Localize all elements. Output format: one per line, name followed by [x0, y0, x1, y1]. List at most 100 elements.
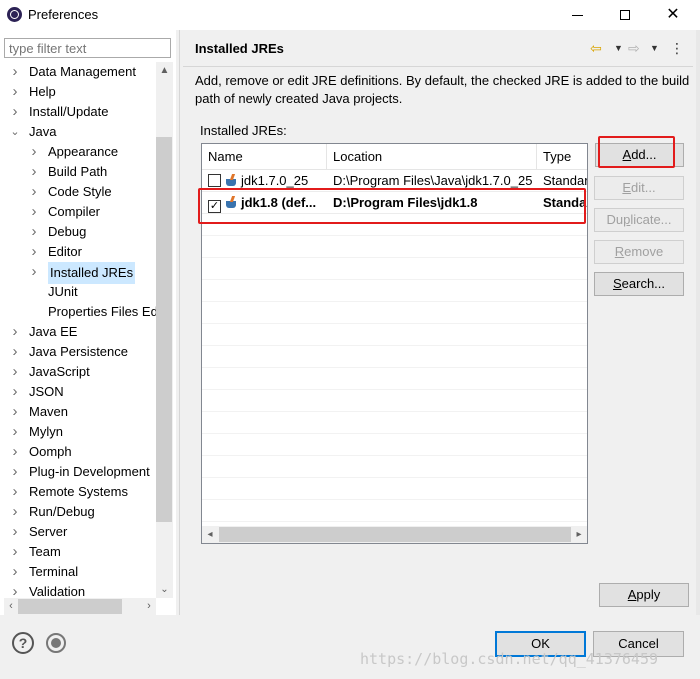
eclipse-icon	[7, 7, 22, 22]
tree-item-label: Compiler	[48, 204, 101, 219]
jre-name: jdk1.7.0_25	[241, 173, 309, 188]
column-header-name[interactable]: Name	[202, 144, 327, 170]
watermark-text: https://blog.csdn.net/qq_41376459	[360, 650, 659, 668]
empty-table-row	[202, 302, 587, 324]
page-title: Installed JREs	[195, 41, 284, 56]
chevron-right-icon[interactable]: ›	[10, 582, 20, 598]
tree-item-label: Plug-in Development	[29, 464, 150, 479]
chevron-right-icon[interactable]: ›	[29, 242, 39, 262]
forward-arrow-icon[interactable]: ⇨	[628, 39, 640, 57]
chevron-right-icon[interactable]: ›	[29, 162, 39, 182]
button-label: earch...	[621, 276, 666, 291]
tree-item-label: Installed JREs	[48, 262, 136, 284]
tree-item-label: Validation	[29, 584, 86, 598]
column-header-type[interactable]: Type	[537, 144, 587, 170]
tree-item-label: Run/Debug	[29, 504, 95, 519]
empty-table-row	[202, 368, 587, 390]
minimize-icon	[572, 15, 583, 16]
chevron-right-icon[interactable]: ›	[10, 102, 20, 122]
duplicate-button[interactable]: Duplicate...	[594, 208, 684, 232]
chevron-right-icon[interactable]: ›	[10, 482, 20, 502]
chevron-right-icon[interactable]: ›	[10, 342, 20, 362]
empty-table-row	[202, 280, 587, 302]
title-bar: Preferences ✕	[0, 0, 700, 30]
default-jre-checkbox[interactable]	[208, 174, 221, 187]
chevron-right-icon[interactable]: ›	[29, 182, 39, 202]
chevron-right-icon[interactable]: ›	[29, 202, 39, 222]
java-jre-icon	[225, 174, 239, 187]
tree-item-label: JavaScript	[29, 364, 90, 379]
tree-item-label: Build Path	[48, 164, 108, 179]
tree-item-label: Data Management	[29, 64, 136, 79]
view-menu-icon[interactable]: ⋮	[670, 39, 684, 57]
button-label: pply	[636, 587, 661, 602]
scrollbar-thumb[interactable]	[156, 137, 172, 522]
tree-item-label: JUnit	[48, 284, 78, 299]
search-button[interactable]: Search...	[594, 272, 684, 296]
minimize-button[interactable]	[555, 2, 601, 28]
table-header: Name Location Type	[202, 144, 587, 170]
scroll-left-icon[interactable]: ◂	[203, 526, 217, 543]
chevron-right-icon[interactable]: ›	[10, 62, 20, 82]
tree-item-label: Appearance	[48, 144, 119, 159]
button-label: emove	[624, 244, 664, 259]
scroll-right-icon[interactable]: ▸	[572, 526, 586, 543]
apply-button[interactable]: Apply	[599, 583, 689, 607]
chevron-right-icon[interactable]: ›	[10, 562, 20, 582]
record-macro-icon[interactable]	[46, 633, 66, 653]
back-arrow-icon[interactable]: ⇦	[590, 39, 602, 57]
scroll-left-icon[interactable]: ‹	[4, 598, 18, 615]
filter-input[interactable]	[4, 38, 171, 58]
dialog-footer: ? OK Cancel	[0, 615, 700, 679]
scrollbar-thumb[interactable]	[219, 527, 571, 542]
chevron-right-icon[interactable]: ›	[29, 142, 39, 162]
button-label: licate...	[630, 212, 672, 227]
chevron-right-icon[interactable]: ›	[10, 462, 20, 482]
highlight-jdk18-row	[198, 188, 586, 224]
empty-table-row	[202, 434, 587, 456]
tree-item-label: Maven	[29, 404, 69, 419]
back-dropdown-icon[interactable]: ▼	[614, 39, 623, 57]
empty-table-row	[202, 456, 587, 478]
scroll-up-icon[interactable]: ▲	[156, 62, 173, 79]
edit-button[interactable]: Edit...	[594, 176, 684, 200]
tree-item-label: Java	[29, 124, 57, 139]
help-icon[interactable]: ?	[12, 632, 34, 654]
chevron-right-icon[interactable]: ›	[29, 222, 39, 242]
column-header-location[interactable]: Location	[327, 144, 537, 170]
table-horizontal-scrollbar[interactable]: ◂ ▸	[202, 526, 587, 543]
tree-item-label: Team	[29, 544, 61, 559]
remove-button[interactable]: Remove	[594, 240, 684, 264]
close-button[interactable]: ✕	[650, 2, 696, 28]
installed-jres-page: Installed JREs ⇦ ▼ ⇨ ▼ ⋮ Add, remove or …	[180, 30, 700, 615]
chevron-right-icon[interactable]: ›	[10, 402, 20, 422]
tree-vertical-scrollbar[interactable]: ▲ ⌄	[156, 62, 173, 598]
chevron-right-icon[interactable]: ›	[10, 382, 20, 402]
button-label: Du	[606, 212, 624, 227]
empty-table-row	[202, 412, 587, 434]
chevron-right-icon[interactable]: ›	[10, 322, 20, 342]
highlight-add-button	[598, 136, 675, 168]
chevron-down-icon[interactable]: ⌄	[10, 122, 20, 142]
tree-item-label: Debug	[48, 224, 87, 239]
scroll-down-icon[interactable]: ⌄	[156, 581, 173, 598]
chevron-right-icon[interactable]: ›	[10, 82, 20, 102]
tree-item-label: Java EE	[29, 324, 78, 339]
preferences-window: Preferences ✕ › Data Management › Help › Inst…	[0, 0, 700, 679]
chevron-right-icon[interactable]: ›	[10, 442, 20, 462]
preference-tree: › Data Management › Help › Install/Update ⌄ Jav…	[0, 62, 156, 598]
scroll-right-icon[interactable]: ›	[142, 598, 156, 615]
chevron-right-icon[interactable]: ›	[29, 262, 39, 282]
scrollbar-thumb[interactable]	[18, 599, 122, 614]
chevron-right-icon[interactable]: ›	[10, 422, 20, 442]
tree-horizontal-scrollbar[interactable]: ‹ ›	[4, 598, 156, 615]
preference-tree-pane: › Data Management › Help › Install/Update ⌄ Jav…	[0, 30, 176, 618]
chevron-right-icon[interactable]: ›	[10, 522, 20, 542]
forward-dropdown-icon[interactable]: ▼	[650, 39, 659, 57]
chevron-right-icon[interactable]: ›	[10, 502, 20, 522]
chevron-right-icon[interactable]: ›	[10, 542, 20, 562]
maximize-button[interactable]	[602, 2, 648, 28]
tree-item-label: Mylyn	[29, 424, 63, 439]
tree-item-label: Remote Systems	[29, 484, 128, 499]
chevron-right-icon[interactable]: ›	[10, 362, 20, 382]
